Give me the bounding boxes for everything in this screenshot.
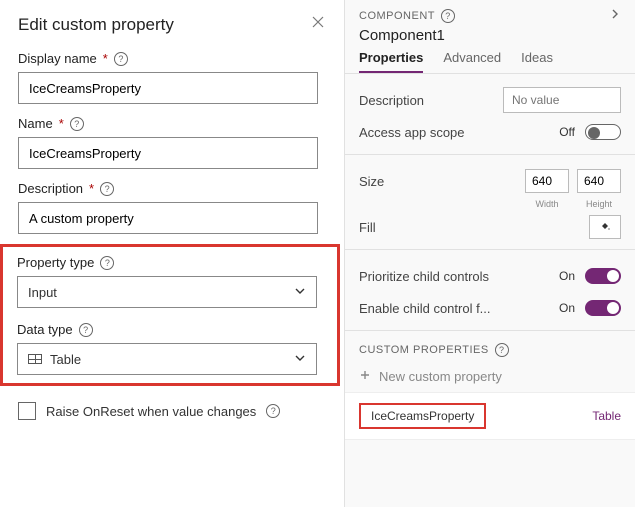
help-icon[interactable]: ? xyxy=(266,404,280,418)
property-type-select[interactable]: Input xyxy=(17,276,317,308)
help-icon[interactable]: ? xyxy=(441,9,455,23)
panel-title: Edit custom property xyxy=(18,15,174,35)
height-label: Height xyxy=(577,199,621,209)
description-label: Description xyxy=(18,181,83,196)
help-icon[interactable]: ? xyxy=(495,343,509,357)
new-custom-property-label: New custom property xyxy=(379,369,502,384)
name-label: Name xyxy=(18,116,53,131)
chevron-down-icon xyxy=(294,285,306,300)
name-group: Name * ? xyxy=(0,110,344,175)
prioritize-value: On xyxy=(559,269,575,283)
display-name-input[interactable] xyxy=(18,72,318,104)
help-icon[interactable]: ? xyxy=(70,117,84,131)
help-icon[interactable]: ? xyxy=(100,182,114,196)
fill-color-button[interactable] xyxy=(589,215,621,239)
access-scope-label: Access app scope xyxy=(359,125,465,140)
paint-bucket-icon xyxy=(599,220,611,235)
required-mark: * xyxy=(103,51,108,66)
enable-child-value: On xyxy=(559,301,575,315)
width-input[interactable] xyxy=(525,169,569,193)
prioritize-toggle[interactable] xyxy=(585,268,621,284)
property-type-value: Input xyxy=(28,285,57,300)
description-group: Description * ? xyxy=(0,175,344,240)
access-scope-value: Off xyxy=(559,125,575,139)
access-scope-toggle[interactable] xyxy=(585,124,621,140)
enable-child-toggle[interactable] xyxy=(585,300,621,316)
raise-onreset-checkbox[interactable] xyxy=(18,402,36,420)
help-icon[interactable]: ? xyxy=(79,323,93,337)
height-input[interactable] xyxy=(577,169,621,193)
enable-child-label: Enable child control f... xyxy=(359,301,491,316)
fill-label: Fill xyxy=(359,220,376,235)
custom-property-row[interactable]: IceCreamsProperty Table xyxy=(345,392,635,440)
prioritize-label: Prioritize child controls xyxy=(359,269,489,284)
tab-properties[interactable]: Properties xyxy=(359,50,423,73)
name-input[interactable] xyxy=(18,137,318,169)
new-custom-property-button[interactable]: New custom property xyxy=(345,361,635,392)
edit-property-panel: Edit custom property Display name * ? Na… xyxy=(0,0,345,507)
close-icon[interactable] xyxy=(310,14,326,35)
property-type-label: Property type xyxy=(17,255,94,270)
required-mark: * xyxy=(59,116,64,131)
chevron-right-icon[interactable] xyxy=(609,8,621,23)
tab-advanced[interactable]: Advanced xyxy=(443,50,501,73)
component-name: Component1 xyxy=(359,27,621,44)
display-name-group: Display name * ? xyxy=(0,45,344,110)
component-panel: COMPONENT ? Component1 Properties Advanc… xyxy=(345,0,635,507)
description-prop-label: Description xyxy=(359,93,424,108)
data-type-value: Table xyxy=(50,352,81,367)
tab-ideas[interactable]: Ideas xyxy=(521,50,553,73)
data-type-select[interactable]: Table xyxy=(17,343,317,375)
custom-properties-header: CUSTOM PROPERTIES xyxy=(359,344,489,356)
highlight-box: Property type ? Input Data type ? Table xyxy=(0,244,340,386)
raise-onreset-label: Raise OnReset when value changes xyxy=(46,404,256,419)
help-icon[interactable]: ? xyxy=(114,52,128,66)
description-input[interactable] xyxy=(18,202,318,234)
required-mark: * xyxy=(89,181,94,196)
custom-property-name: IceCreamsProperty xyxy=(359,403,486,429)
size-label: Size xyxy=(359,174,384,189)
table-icon xyxy=(28,354,42,364)
component-header-label: COMPONENT xyxy=(359,10,435,22)
chevron-down-icon xyxy=(294,352,306,367)
data-type-label: Data type xyxy=(17,322,73,337)
plus-icon xyxy=(359,369,371,384)
display-name-label: Display name xyxy=(18,51,97,66)
help-icon[interactable]: ? xyxy=(100,256,114,270)
description-prop-input[interactable] xyxy=(503,87,621,113)
custom-property-type: Table xyxy=(592,409,621,423)
width-label: Width xyxy=(525,199,569,209)
